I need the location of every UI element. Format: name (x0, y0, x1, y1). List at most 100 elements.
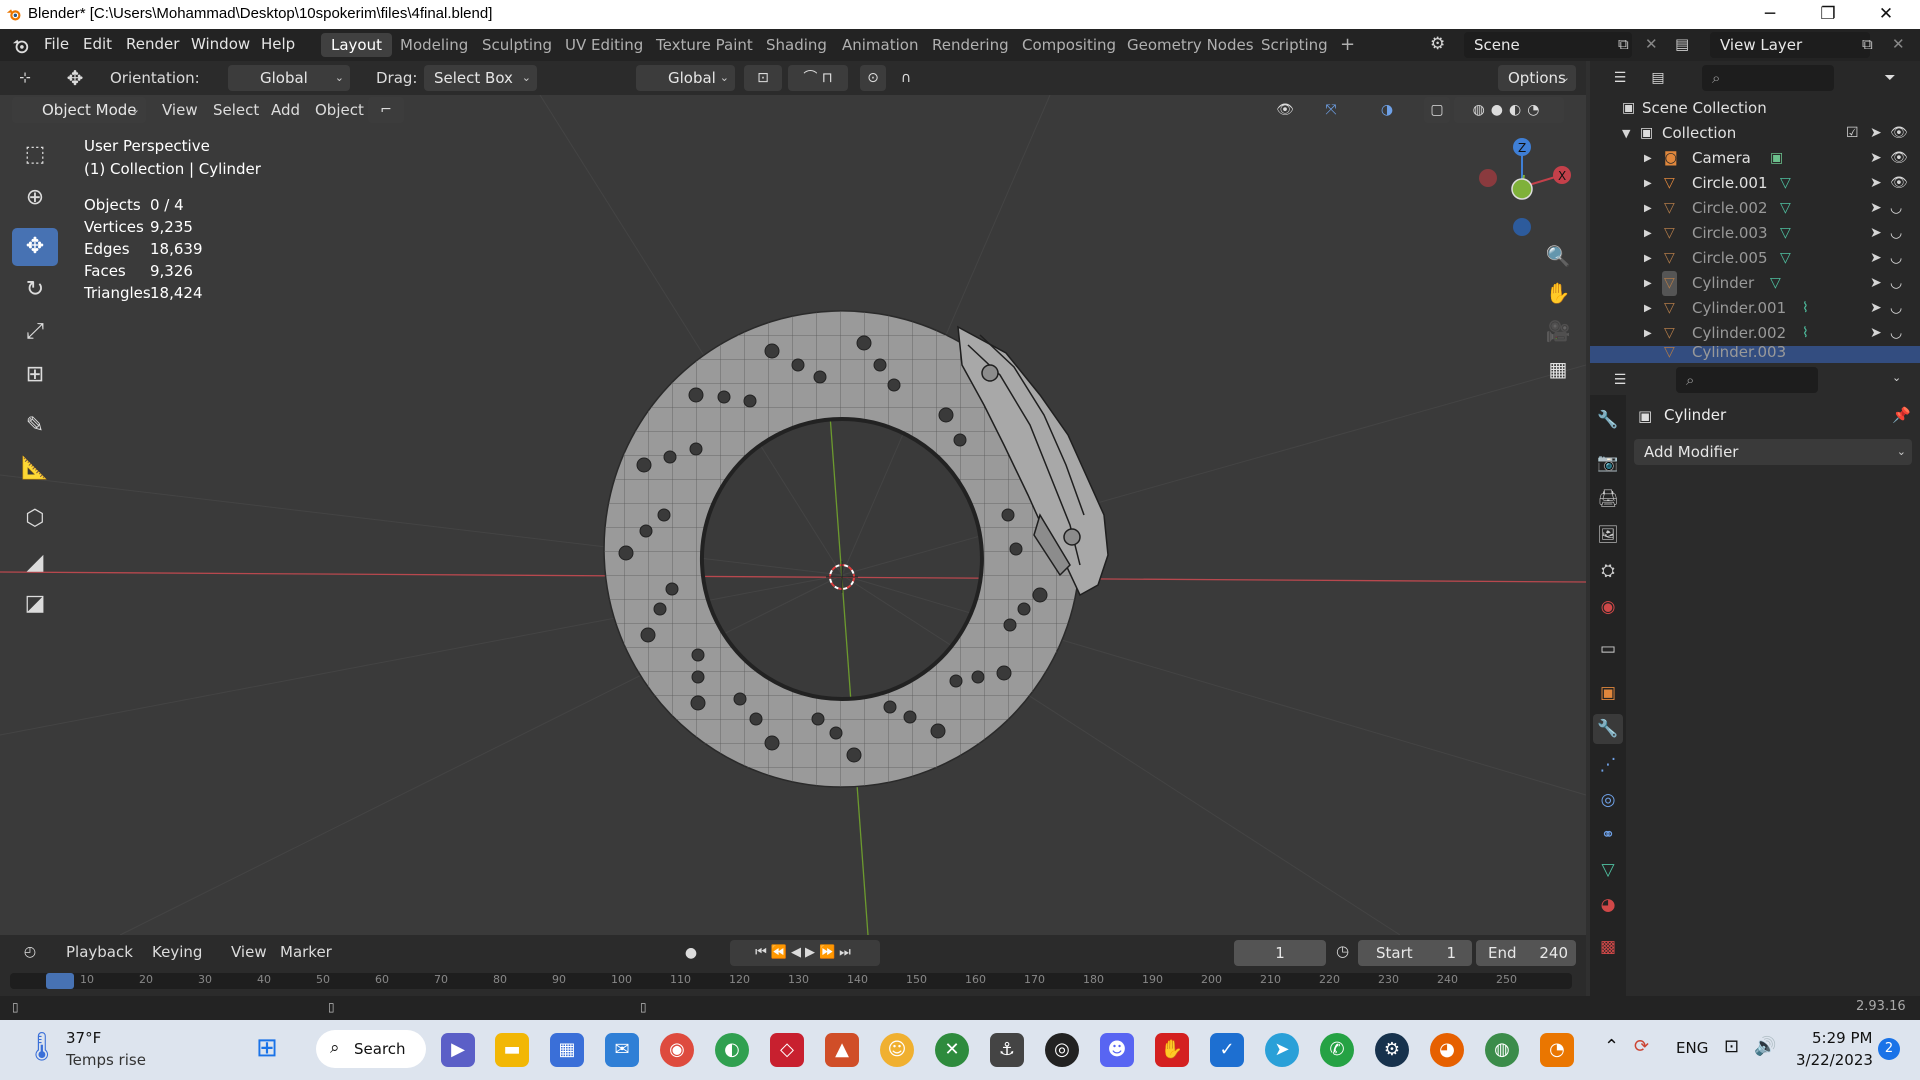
transform-affect-icon[interactable]: ⌐ (368, 97, 404, 123)
tab-uv-editing[interactable]: UV Editing (555, 33, 653, 57)
eye-closed-icon[interactable]: ◡ (1890, 196, 1902, 221)
playback-controls-icon[interactable]: ⏮⏪◀▶⏩⏭ (730, 940, 880, 966)
expand-arrow-icon[interactable]: ▶ (1644, 196, 1652, 221)
proportional-edit-icon[interactable]: ⊙ (860, 65, 886, 91)
particles-tab-icon[interactable]: ⋰ (1593, 750, 1623, 780)
tab-geometry-nodes[interactable]: Geometry Nodes (1117, 33, 1264, 57)
selectable-icon[interactable]: ➤ (1870, 296, 1882, 321)
cursor-tool-icon[interactable]: ⊕ (12, 179, 58, 217)
tab-scripting[interactable]: Scripting (1251, 33, 1338, 57)
gizmo-toggle-icon[interactable]: ⤧ (1310, 97, 1352, 123)
tab-sculpting[interactable]: Sculpting (472, 33, 562, 57)
tab-layout[interactable]: Layout (321, 33, 392, 57)
tab-animation[interactable]: Animation (832, 33, 928, 57)
edge-app-icon[interactable]: ◐ (715, 1033, 749, 1067)
falloff-icon[interactable]: ∩ (888, 65, 924, 91)
tray-overflow-icon[interactable]: ⌃ (1604, 1036, 1619, 1057)
network-icon[interactable]: ⊡ (1724, 1036, 1739, 1057)
3d-viewport[interactable]: ⬚ ⊕ ✥ ↻ ⤢ ⊞ ✎ 📐 ⬡ ◢ ◪ User Perspective (… (0, 95, 1586, 935)
tool-tab-icon[interactable]: 🔧 (1593, 405, 1623, 435)
selectable-icon[interactable]: ➤ (1870, 196, 1882, 221)
tab-modeling[interactable]: Modeling (390, 33, 478, 57)
end-frame-field[interactable]: End 240 (1476, 940, 1576, 966)
outliner-editor-icon[interactable]: ☰ (1602, 65, 1638, 91)
language-indicator[interactable]: ENG (1676, 1039, 1708, 1057)
new-scene-icon[interactable]: ⧉ (1618, 35, 1629, 53)
zoom-icon[interactable]: 🔍 (1542, 240, 1574, 272)
view-layer-field[interactable]: View Layer (1710, 32, 1870, 58)
timer-icon[interactable]: ◷ (1336, 942, 1349, 960)
display-mode-icon[interactable]: ▤ (1640, 65, 1676, 91)
app-icon-hand[interactable]: ✋ (1155, 1033, 1189, 1067)
emoji-app-icon[interactable]: ☺ (880, 1033, 914, 1067)
start-windows-icon[interactable]: ⊞ (256, 1033, 278, 1063)
drag-dropdown[interactable]: Select Box ⌄ (424, 65, 537, 91)
shear-tool-icon[interactable]: ◢ (12, 544, 58, 582)
expand-arrow-icon[interactable]: ▶ (1644, 146, 1652, 171)
options-dropdown[interactable]: Options ⌄ (1498, 65, 1576, 91)
outliner-row-camera[interactable]: ▶ ◙ Camera ▣ ➤ 👁 (1590, 146, 1920, 171)
outliner-search-input[interactable]: ⌕ (1702, 65, 1834, 91)
delete-scene-icon[interactable]: ✕ (1645, 35, 1658, 53)
discord-app-icon[interactable]: ☻ (1100, 1033, 1134, 1067)
rotate-tool-icon[interactable]: ↻ (12, 271, 58, 309)
outliner-row-circle-003[interactable]: ▶ ▽ Circle.003 ▽ ➤ ◡ (1590, 221, 1920, 246)
move-tool-button-icon[interactable]: ✥ (12, 228, 58, 266)
selectable-icon[interactable]: ➤ (1870, 321, 1882, 346)
eye-closed-icon[interactable]: ◡ (1890, 271, 1902, 296)
scene-tab-icon[interactable]: ⛭ (1593, 556, 1623, 586)
tab-rendering[interactable]: Rendering (922, 33, 1019, 57)
outliner-row-collection[interactable]: ▼ ▣ Collection ☑ ➤ 👁 (1590, 121, 1920, 146)
scene-field[interactable]: Scene (1464, 32, 1632, 58)
xray-toggle-icon[interactable]: ▢ (1424, 97, 1450, 123)
eye-closed-icon[interactable]: ◡ (1890, 321, 1902, 346)
render-tab-icon[interactable]: 📷 (1593, 448, 1623, 478)
scene-browse-icon[interactable]: ⚙ (1430, 34, 1445, 54)
blender-menu-icon[interactable] (12, 37, 30, 55)
select-box-tool-icon[interactable]: ⬚ (12, 136, 58, 174)
object-tab-icon[interactable]: ▣ (1593, 678, 1623, 708)
notification-badge[interactable]: 2 (1878, 1038, 1900, 1060)
outliner-row-circle-005[interactable]: ▶ ▽ Circle.005 ▽ ➤ ◡ (1590, 246, 1920, 271)
pivot-point-icon[interactable]: ⊡ (744, 65, 782, 91)
collection-tab-icon[interactable]: ▭ (1593, 634, 1623, 664)
editor-type-icon[interactable]: ⊹ (12, 65, 38, 91)
menu-edit[interactable]: Edit (83, 35, 112, 53)
outliner-row-cylinder[interactable]: ▶ ▽ Cylinder ▽ ➤ ◡ (1590, 271, 1920, 296)
whatsapp-app-icon[interactable]: ✆ (1320, 1033, 1354, 1067)
frame-ruler[interactable]: 10 20 30 40 50 60 70 80 90 100 110 120 130 140 150 160 1… (10, 973, 1572, 989)
orientation-dropdown[interactable]: Global ⌄ (228, 65, 350, 91)
selectable-icon[interactable]: ➤ (1870, 146, 1882, 171)
expand-arrow-icon[interactable]: ▶ (1644, 296, 1652, 321)
world-tab-icon[interactable]: ◉ (1593, 592, 1623, 622)
ortho-grid-icon[interactable]: ▦ (1542, 353, 1574, 385)
timeline-editor-icon[interactable]: ◴ (12, 939, 48, 965)
expand-arrow-icon[interactable]: ▶ (1644, 246, 1652, 271)
eye-icon[interactable]: 👁 (1890, 146, 1908, 171)
globe-app-icon[interactable]: ◍ (1485, 1033, 1519, 1067)
app-icon-red[interactable]: ◇ (770, 1033, 804, 1067)
clock-time[interactable]: 5:29 PM (1812, 1029, 1872, 1047)
weather-desc[interactable]: Temps rise (66, 1051, 146, 1069)
current-frame-field[interactable]: 1 (1234, 940, 1326, 966)
new-view-layer-icon[interactable]: ⧉ (1862, 35, 1873, 53)
selectable-icon[interactable]: ➤ (1870, 271, 1882, 296)
selectable-icon[interactable]: ➤ (1870, 221, 1882, 246)
clock-date[interactable]: 3/22/2023 (1796, 1051, 1873, 1069)
pan-hand-icon[interactable]: ✋ (1542, 277, 1574, 309)
delete-view-layer-icon[interactable]: ✕ (1892, 35, 1905, 53)
telegram-app-icon[interactable]: ➤ (1265, 1033, 1299, 1067)
viewport-menu-add[interactable]: Add (271, 101, 300, 119)
menu-render[interactable]: Render (126, 35, 179, 53)
app-icon-orange[interactable]: ▲ (825, 1033, 859, 1067)
data-tab-icon[interactable]: ▽ (1593, 855, 1623, 885)
add-modifier-dropdown[interactable]: Add Modifier ⌄ (1634, 439, 1912, 465)
properties-editor-icon[interactable]: ☰ (1602, 367, 1638, 393)
annotate-tool-icon[interactable]: ✎ (12, 407, 58, 445)
menu-help[interactable]: Help (261, 35, 295, 53)
eye-closed-icon[interactable]: ◡ (1890, 221, 1902, 246)
overlay-toggle-icon[interactable]: ◑ (1366, 97, 1408, 123)
camera-view-icon[interactable]: 🎥 (1542, 315, 1574, 347)
eye-closed-icon[interactable]: ◡ (1890, 246, 1902, 271)
transform-tool-icon[interactable]: ⊞ (12, 356, 58, 394)
